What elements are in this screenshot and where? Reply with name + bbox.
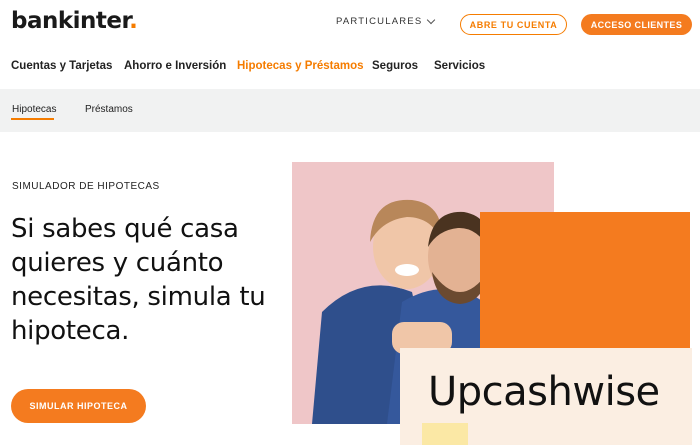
nav-item-ahorro[interactable]: Ahorro e Inversión: [124, 60, 226, 72]
logo-dot: .: [129, 8, 138, 34]
nav-item-servicios[interactable]: Servicios: [434, 60, 485, 72]
top-bar: bankinter. PARTICULARES ABRE TU CUENTA A…: [0, 0, 700, 48]
hero-headline: Si sabes qué casa quieres y cuánto neces…: [11, 214, 266, 346]
subnav-item-hipotecas[interactable]: Hipotecas: [12, 104, 56, 115]
bankinter-logo[interactable]: bankinter.: [11, 8, 138, 34]
section-eyebrow: SIMULADOR DE HIPOTECAS: [12, 181, 160, 192]
watermark-text: Upcashwise: [428, 369, 660, 415]
logo-text: bankinter: [11, 8, 130, 34]
orange-decor-block: [480, 212, 690, 348]
yellow-decor-strip: [422, 423, 468, 445]
subnav-item-prestamos[interactable]: Préstamos: [85, 104, 133, 115]
segment-selector[interactable]: PARTICULARES: [336, 15, 436, 27]
client-access-button[interactable]: ACCESO CLIENTES: [581, 14, 692, 35]
open-account-button[interactable]: ABRE TU CUENTA: [460, 14, 567, 35]
active-tab-underline: [11, 118, 54, 120]
chevron-down-icon: [427, 15, 436, 25]
nav-item-cuentas[interactable]: Cuentas y Tarjetas: [11, 60, 112, 72]
nav-item-seguros[interactable]: Seguros: [372, 60, 418, 72]
main-nav: Cuentas y Tarjetas Ahorro e Inversión Hi…: [0, 54, 700, 80]
nav-item-hipotecas[interactable]: Hipotecas y Préstamos: [237, 60, 364, 72]
sub-nav: Hipotecas Préstamos: [0, 89, 700, 132]
segment-label: PARTICULARES: [336, 16, 423, 27]
simulate-mortgage-button[interactable]: SIMULAR HIPOTECA: [11, 389, 146, 423]
